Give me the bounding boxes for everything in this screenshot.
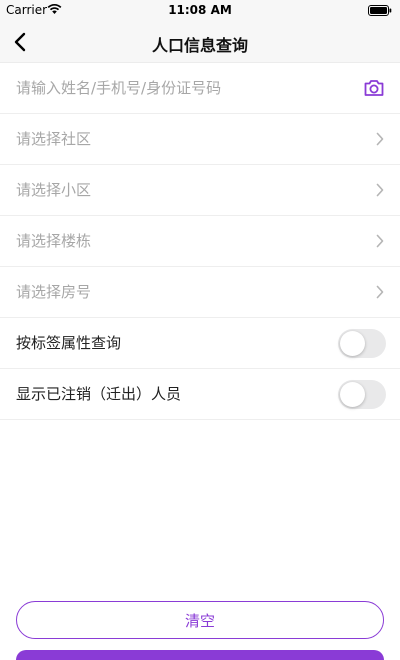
room-select[interactable]: 请选择房号 bbox=[0, 267, 400, 318]
estate-select[interactable]: 请选择小区 bbox=[0, 165, 400, 216]
show-cancelled-toggle[interactable] bbox=[338, 380, 386, 409]
room-select-label: 请选择房号 bbox=[16, 283, 92, 301]
chevron-right-icon bbox=[376, 285, 384, 299]
page-title: 人口信息查询 bbox=[151, 36, 248, 55]
tag-query-row: 按标签属性查询 bbox=[0, 318, 400, 369]
search-input[interactable]: 请输入姓名/手机号/身份证号码 bbox=[16, 79, 221, 97]
building-select-label: 请选择楼栋 bbox=[16, 232, 92, 250]
query-form: 请输入姓名/手机号/身份证号码 请选择社区 请选择小区 请选择楼栋 请选择房号 … bbox=[0, 63, 400, 420]
query-button[interactable] bbox=[16, 650, 384, 660]
toggle-knob bbox=[340, 331, 365, 356]
search-row: 请输入姓名/手机号/身份证号码 bbox=[0, 63, 400, 114]
show-cancelled-row: 显示已注销（迁出）人员 bbox=[0, 369, 400, 420]
community-select[interactable]: 请选择社区 bbox=[0, 114, 400, 165]
chevron-right-icon bbox=[376, 132, 384, 146]
community-select-label: 请选择社区 bbox=[16, 130, 92, 148]
navigation-bar: 人口信息查询 bbox=[0, 22, 400, 63]
building-select[interactable]: 请选择楼栋 bbox=[0, 216, 400, 267]
chevron-right-icon bbox=[376, 234, 384, 248]
tag-query-label: 按标签属性查询 bbox=[16, 334, 122, 352]
status-time: 11:08 AM bbox=[168, 3, 232, 17]
battery-icon bbox=[368, 5, 392, 16]
tag-query-toggle[interactable] bbox=[338, 329, 386, 358]
clear-button[interactable]: 清空 bbox=[16, 601, 384, 639]
estate-select-label: 请选择小区 bbox=[16, 181, 92, 199]
status-bar: Carrier 11:08 AM bbox=[0, 0, 400, 22]
chevron-right-icon bbox=[376, 183, 384, 197]
camera-icon[interactable] bbox=[362, 76, 386, 100]
toggle-knob bbox=[340, 382, 365, 407]
show-cancelled-label: 显示已注销（迁出）人员 bbox=[16, 385, 182, 403]
